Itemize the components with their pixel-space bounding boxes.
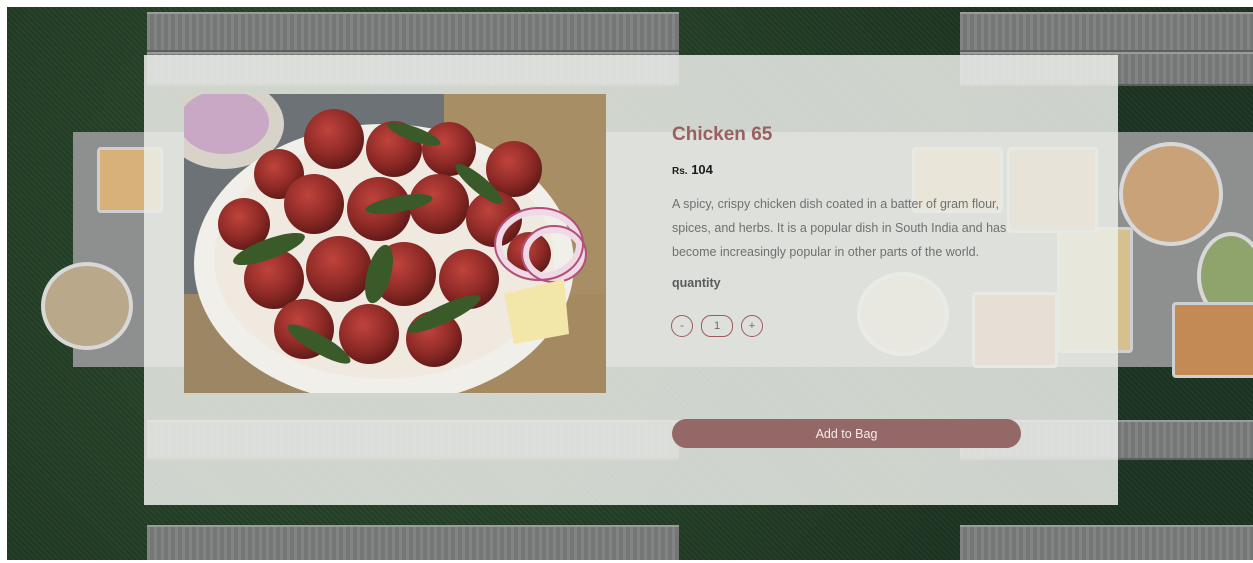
- quantity-stepper: - 1 +: [671, 315, 763, 337]
- product-title: Chicken 65: [672, 124, 773, 145]
- bench-plank: [147, 12, 679, 52]
- food-box: [1172, 302, 1253, 378]
- product-image: [184, 94, 606, 393]
- chicken-65-photo: [184, 94, 606, 393]
- salad-bowl: [41, 262, 133, 350]
- currency-label: Rs.: [672, 166, 688, 177]
- product-description: A spicy, crispy chicken dish coated in a…: [672, 197, 1007, 259]
- increment-button[interactable]: +: [741, 315, 763, 337]
- quantity-value[interactable]: 1: [701, 315, 733, 337]
- bench-plank: [960, 12, 1253, 52]
- decrement-button[interactable]: -: [671, 315, 693, 337]
- bench-plank: [960, 525, 1253, 560]
- add-to-bag-button[interactable]: Add to Bag: [672, 419, 1021, 448]
- bench-plank: [147, 525, 679, 560]
- product-price: Rs. 104: [672, 162, 713, 177]
- quantity-label: quantity: [672, 276, 721, 290]
- price-value: 104: [691, 162, 713, 177]
- pizza-plate: [1119, 142, 1223, 246]
